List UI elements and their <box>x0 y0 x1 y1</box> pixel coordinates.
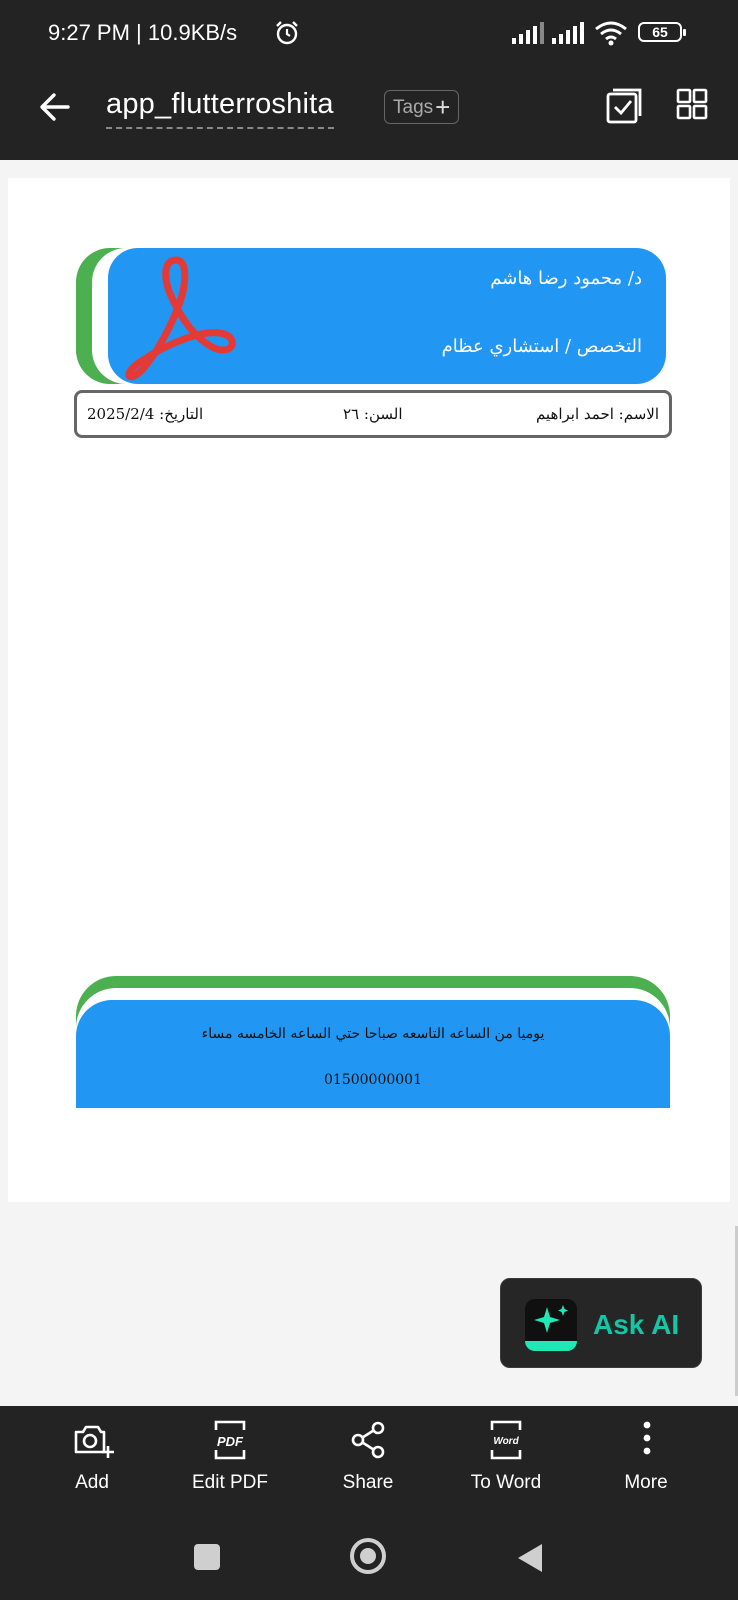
pdf-page[interactable]: د/ محمود رضا هاشم التخصص / استشاري عظام … <box>8 178 730 1202</box>
to-word-label: To Word <box>470 1472 542 1493</box>
add-button[interactable]: Add <box>32 1406 152 1516</box>
home-icon[interactable] <box>350 1538 386 1574</box>
add-photo-icon <box>74 1425 114 1458</box>
document-title[interactable]: app_flutterroshita <box>106 88 334 129</box>
tags-label: Tags <box>393 96 434 118</box>
signal-icon <box>512 22 544 44</box>
plus-icon: + <box>435 92 451 122</box>
ai-sparkle-icon <box>525 1299 577 1351</box>
status-bar: 9:27 PM | 10.9KB/s 65 <box>0 0 738 68</box>
back-triangle-icon[interactable] <box>516 1542 544 1574</box>
more-button[interactable]: More <box>586 1406 706 1516</box>
document-viewer[interactable]: د/ محمود رضا هاشم التخصص / استشاري عظام … <box>0 160 738 1406</box>
signal-icon <box>552 22 584 44</box>
back-arrow-icon[interactable] <box>38 90 72 124</box>
to-word-button[interactable]: Word To Word <box>446 1406 566 1516</box>
bottom-toolbar: Add PDF Edit PDF Share Word To Word More <box>0 1406 738 1516</box>
more-vertical-icon <box>643 1421 651 1455</box>
ask-ai-button[interactable]: Ask AI <box>500 1278 702 1368</box>
patient-age: السن: ٢٦ <box>343 405 403 423</box>
word-icon: Word <box>490 1420 522 1460</box>
app-header: app_flutterroshita Tags + <box>0 68 738 160</box>
add-label: Add <box>75 1472 109 1493</box>
grid-view-icon[interactable] <box>676 88 708 120</box>
edit-pdf-button[interactable]: PDF Edit PDF <box>170 1406 290 1516</box>
pdf-glyph: PDF <box>217 1434 244 1449</box>
patient-info-box: الاسم: احمد ابراهيم السن: ٢٦ التاريخ: 20… <box>74 390 672 438</box>
clinic-phone: 01500000001 <box>324 1072 422 1088</box>
clinic-hours: يوميا من الساعه التاسعه صباحا حتي الساعه… <box>201 1026 545 1042</box>
edit-pdf-icon: PDF <box>214 1420 246 1460</box>
share-icon <box>351 1421 385 1459</box>
ask-ai-label: Ask AI <box>593 1309 680 1340</box>
alarm-icon <box>276 21 298 45</box>
battery-indicator: 65 <box>638 22 686 42</box>
wifi-icon <box>595 21 627 46</box>
prescription-date: التاريخ: 2025/2/4 <box>87 405 204 423</box>
patient-name: الاسم: احمد ابراهيم <box>535 405 659 423</box>
system-nav-bar <box>0 1516 738 1600</box>
edit-pdf-label: Edit PDF <box>191 1472 269 1493</box>
footer-card <box>76 1000 670 1108</box>
share-button[interactable]: Share <box>308 1406 428 1516</box>
select-check-icon[interactable] <box>606 88 642 124</box>
share-label: Share <box>342 1472 394 1493</box>
more-label: More <box>624 1472 668 1493</box>
pdf-logo-icon <box>125 256 236 381</box>
word-glyph: Word <box>493 1436 519 1447</box>
status-time: 9:27 PM | 10.9KB/s <box>48 20 238 45</box>
tags-button[interactable]: Tags + <box>384 90 460 124</box>
recents-icon[interactable] <box>194 1544 220 1570</box>
doctor-name: د/ محمود رضا هاشم <box>490 268 642 289</box>
doctor-specialty: التخصص / استشاري عظام <box>441 336 642 357</box>
